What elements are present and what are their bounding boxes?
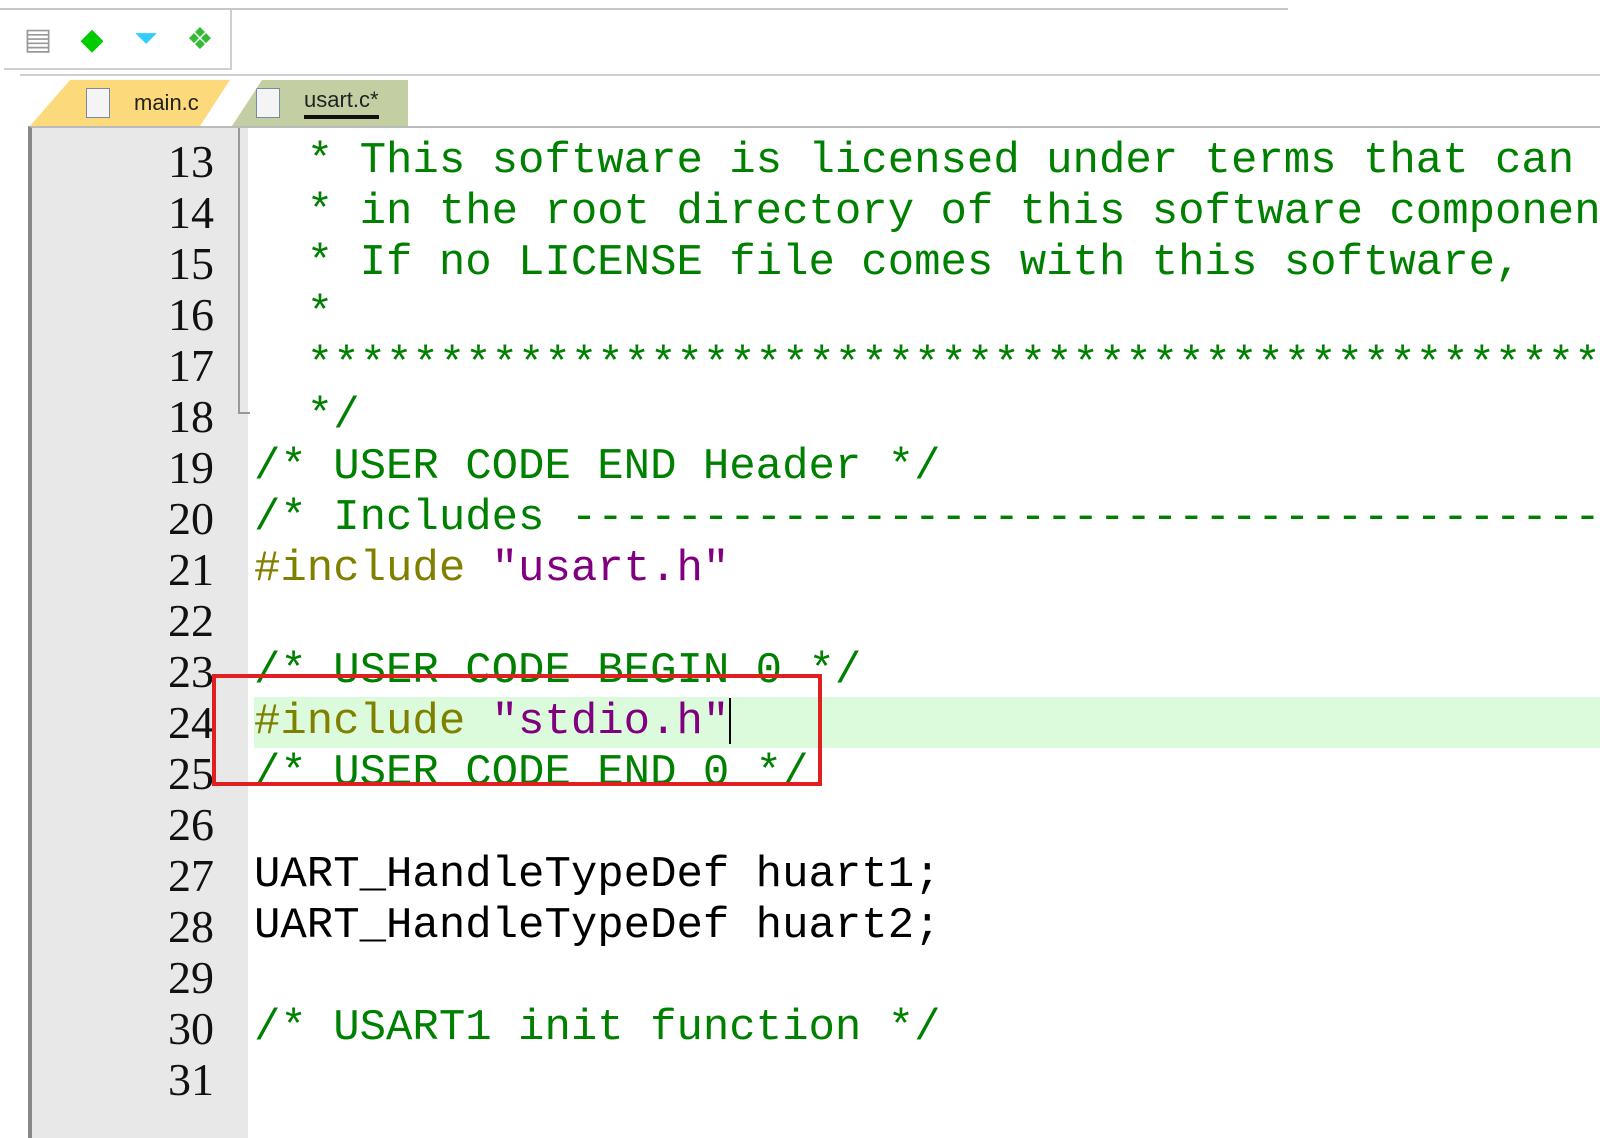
file-icon [86, 88, 110, 118]
code-text: ****************************************… [254, 340, 1600, 390]
code-line[interactable]: 16 * [32, 289, 1600, 340]
code-text: * [254, 289, 334, 339]
code-line[interactable]: 31 [32, 1054, 1600, 1105]
code-text: * in the root directory of this software… [254, 187, 1600, 237]
line-number: 17 [168, 340, 214, 391]
code-text: */ [254, 391, 360, 441]
code-line[interactable]: 29 [32, 952, 1600, 1003]
code-line[interactable]: 22 [32, 595, 1600, 646]
line-number: 25 [168, 748, 214, 799]
window-stack-icon[interactable]: ▤ [20, 21, 56, 57]
annotation-box [212, 674, 822, 786]
file-icon [256, 88, 280, 118]
code-text: UART_HandleTypeDef huart2; [254, 901, 941, 951]
line-number: 21 [168, 544, 214, 595]
line-number: 15 [168, 238, 214, 289]
code-line[interactable]: 13 * This software is licensed under ter… [32, 136, 1600, 187]
code-line[interactable]: 17 *************************************… [32, 340, 1600, 391]
code-text: /* Includes ----------------------------… [254, 493, 1600, 543]
code-line[interactable]: 26 [32, 799, 1600, 850]
tab-label: main.c [134, 90, 199, 115]
code-line[interactable]: 27 UART_HandleTypeDef huart1; [32, 850, 1600, 901]
multi-diamond-icon[interactable]: ❖ [182, 21, 218, 57]
toolbar: ▤ ◆ ⏷ ❖ [4, 10, 232, 70]
code-line[interactable]: 19 /* USER CODE END Header */ [32, 442, 1600, 493]
code-text: /* USER CODE END Header */ [254, 442, 941, 492]
tab-main-c[interactable]: main.c [30, 80, 230, 126]
code-line[interactable]: 14 * in the root directory of this softw… [32, 187, 1600, 238]
line-number: 26 [168, 799, 214, 850]
line-number: 19 [168, 442, 214, 493]
line-number: 29 [168, 952, 214, 1003]
line-number: 20 [168, 493, 214, 544]
code-text: * If no LICENSE file comes with this sof… [254, 238, 1522, 288]
filter-funnel-icon[interactable]: ⏷ [128, 21, 164, 57]
code-line[interactable]: 15 * If no LICENSE file comes with this … [32, 238, 1600, 289]
code-line[interactable]: 20 /* Includes --------------------------… [32, 493, 1600, 544]
code-text: #include "usart.h" [254, 544, 730, 594]
code-line[interactable]: 28 UART_HandleTypeDef huart2; [32, 901, 1600, 952]
line-number: 16 [168, 289, 214, 340]
line-number: 24 [168, 697, 214, 748]
line-number: 22 [168, 595, 214, 646]
tab-usart-c[interactable]: usart.c* [232, 80, 408, 126]
code-text: * This software is licensed under terms … [254, 136, 1575, 186]
code-line[interactable]: 18 */ [32, 391, 1600, 442]
code-text: UART_HandleTypeDef huart1; [254, 850, 941, 900]
code-line[interactable]: 21 #include "usart.h" [32, 544, 1600, 595]
code-line[interactable]: 30 /* USART1 init function */ [32, 1003, 1600, 1054]
line-number: 18 [168, 391, 214, 442]
green-diamond-icon[interactable]: ◆ [74, 21, 110, 57]
line-number: 14 [168, 187, 214, 238]
line-number: 30 [168, 1003, 214, 1054]
line-number: 23 [168, 646, 214, 697]
code-editor[interactable]: 13 * This software is licensed under ter… [28, 126, 1600, 1138]
tab-label: usart.c* [304, 87, 379, 119]
tab-strip: main.c usart.c* [20, 74, 1600, 128]
line-number: 13 [168, 136, 214, 187]
code-text: /* USART1 init function */ [254, 1003, 941, 1053]
top-bar [0, 0, 1288, 10]
line-number: 28 [168, 901, 214, 952]
line-number: 27 [168, 850, 214, 901]
line-number: 31 [168, 1054, 214, 1105]
